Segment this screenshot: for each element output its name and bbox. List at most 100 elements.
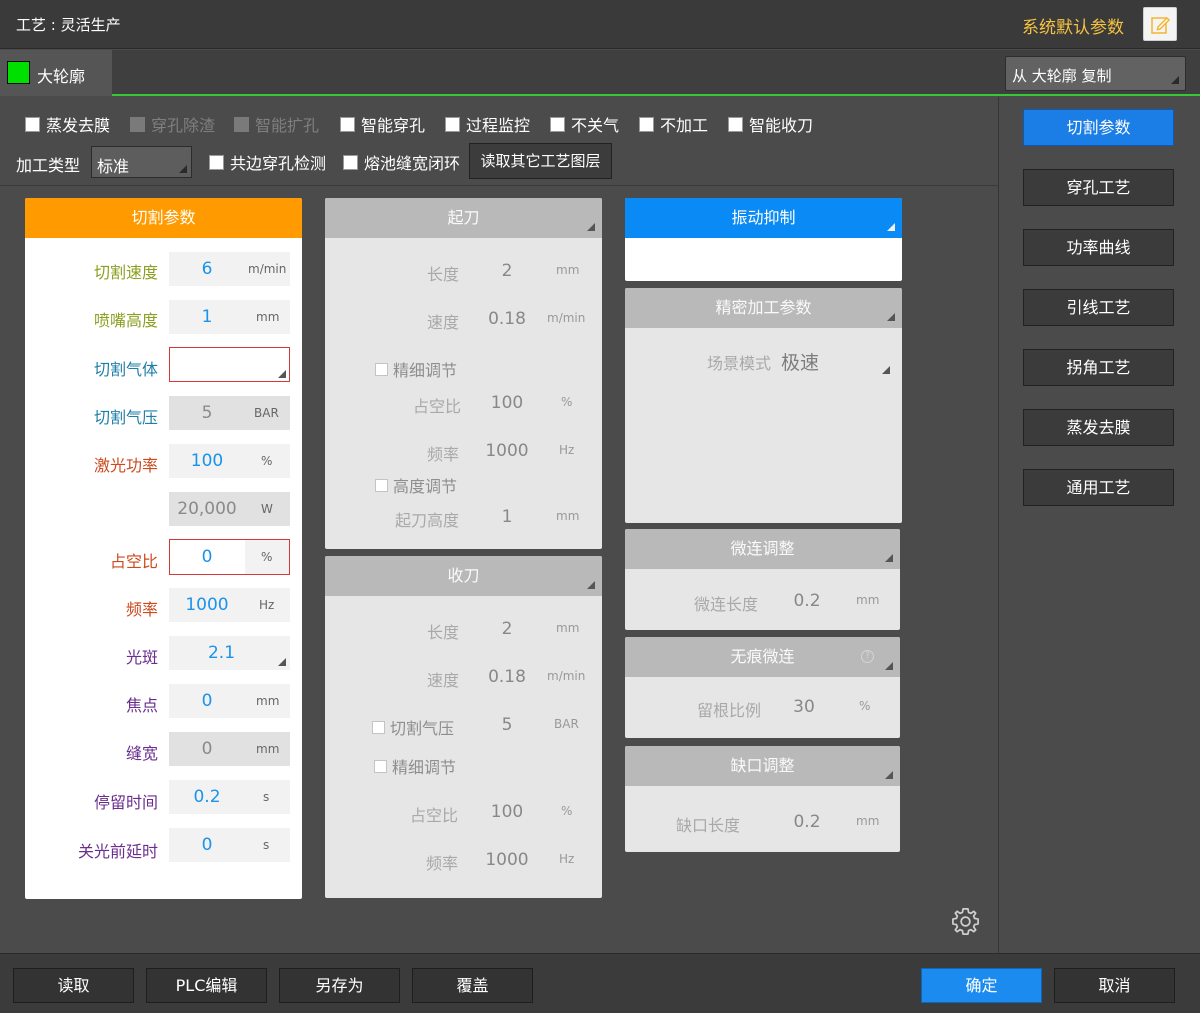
read-other-layer-button[interactable]: 读取其它工艺图层 bbox=[469, 143, 612, 179]
nav-general-process[interactable]: 通用工艺 bbox=[1023, 469, 1174, 506]
dwell-input[interactable]: 0.2 bbox=[169, 780, 245, 814]
pool-width-loop-checkbox[interactable]: 熔池缝宽闭环 bbox=[343, 152, 460, 173]
smart-expand-checkbox: 智能扩孔 bbox=[234, 114, 319, 135]
nav-evaporate[interactable]: 蒸发去膜 bbox=[1023, 409, 1174, 446]
spot-label: 光斑 bbox=[125, 648, 158, 667]
pre-off-delay-input[interactable]: 0 bbox=[169, 828, 245, 862]
system-default-params-label[interactable]: 系统默认参数 bbox=[1022, 13, 1124, 38]
ok-button[interactable]: 确定 bbox=[921, 968, 1042, 1003]
micro-joint-unit: mm bbox=[856, 593, 880, 607]
seamless-panel: 无痕微连 ? 留根比例 30 % bbox=[625, 637, 900, 738]
end-speed-label: 速度 bbox=[426, 671, 459, 690]
plc-edit-button[interactable]: PLC编辑 bbox=[146, 968, 267, 1003]
start-frequency-value: 1000 bbox=[485, 441, 529, 461]
dropdown-arrow-icon bbox=[1171, 76, 1179, 84]
spot-select[interactable]: 2.1 bbox=[169, 636, 290, 670]
gas-pressure-label: 切割气压 bbox=[93, 408, 158, 427]
gas-label: 切割气体 bbox=[93, 360, 158, 379]
save-as-button[interactable]: 另存为 bbox=[279, 968, 400, 1003]
frequency-unit: Hz bbox=[259, 598, 275, 612]
smart-retract-checkbox[interactable]: 智能收刀 bbox=[728, 114, 813, 135]
start-duty-label: 占空比 bbox=[412, 397, 461, 416]
start-frequency-label: 频率 bbox=[426, 445, 459, 464]
smart-pierce-checkbox[interactable]: 智能穿孔 bbox=[340, 114, 425, 135]
start-speed-label: 速度 bbox=[426, 313, 459, 332]
bottom-bar: 读取 PLC编辑 另存为 覆盖 确定 取消 bbox=[0, 953, 1200, 1013]
divider bbox=[998, 97, 999, 953]
frequency-input[interactable]: 1000 bbox=[169, 588, 245, 622]
end-cut-pressure-checkbox[interactable]: 切割气压 bbox=[372, 715, 454, 739]
end-blade-header[interactable]: 收刀 bbox=[325, 556, 602, 596]
height-adjust-checkbox[interactable]: 高度调节 bbox=[375, 473, 457, 497]
duty-input[interactable]: 0 bbox=[169, 540, 245, 574]
laser-power-unit: % bbox=[261, 454, 273, 468]
focus-input[interactable]: 0 bbox=[169, 684, 245, 718]
dwell-unit: s bbox=[263, 790, 270, 804]
edit-button[interactable] bbox=[1143, 7, 1177, 41]
laser-power-input[interactable]: 100 bbox=[169, 444, 245, 478]
end-fine-adjust-checkbox[interactable]: 精细调节 bbox=[374, 754, 456, 778]
nav-pierce-process[interactable]: 穿孔工艺 bbox=[1023, 169, 1174, 206]
help-icon[interactable]: ? bbox=[861, 650, 874, 663]
nozzle-height-unit: mm bbox=[256, 310, 280, 324]
gas-select[interactable] bbox=[169, 347, 290, 382]
power-watts-value: 20,000 bbox=[177, 499, 237, 519]
seamless-title: 无痕微连 bbox=[730, 647, 795, 666]
end-frequency-unit: Hz bbox=[559, 852, 575, 866]
nozzle-height-input[interactable]: 1 bbox=[169, 300, 245, 334]
speed-input[interactable]: 6 bbox=[169, 252, 245, 286]
start-fine-adjust-checkbox[interactable]: 精细调节 bbox=[375, 357, 457, 381]
start-blade-panel: 起刀 长度 2 mm 速度 0.18 m/min 精细调节 占空比 100 % … bbox=[325, 198, 602, 549]
root-ratio-value: 30 bbox=[793, 697, 815, 717]
collapse-arrow-icon bbox=[885, 662, 893, 670]
kerf-label: 缝宽 bbox=[125, 744, 158, 763]
collapse-arrow-icon bbox=[587, 581, 595, 589]
kerf-value: 0 bbox=[201, 739, 213, 759]
scene-mode-label: 场景模式 bbox=[707, 354, 772, 373]
process-type-select[interactable]: 标准 bbox=[91, 146, 192, 178]
layer-tab[interactable]: 大轮廓 bbox=[0, 50, 112, 96]
vibration-panel: 振动抑制 bbox=[625, 198, 902, 281]
process-monitor-checkbox[interactable]: 过程监控 bbox=[445, 114, 530, 135]
cancel-button[interactable]: 取消 bbox=[1054, 968, 1175, 1003]
start-speed-unit: m/min bbox=[547, 311, 586, 325]
no-process-checkbox[interactable]: 不加工 bbox=[639, 114, 708, 135]
overwrite-button[interactable]: 覆盖 bbox=[412, 968, 533, 1003]
start-frequency-unit: Hz bbox=[559, 443, 575, 457]
vibration-header[interactable]: 振动抑制 bbox=[625, 198, 902, 238]
copy-from-select[interactable]: 从 大轮廓 复制 bbox=[1005, 56, 1186, 91]
pierce-slag-checkbox: 穿孔除渣 bbox=[130, 114, 215, 135]
nav-corner-process[interactable]: 拐角工艺 bbox=[1023, 349, 1174, 386]
start-blade-header[interactable]: 起刀 bbox=[325, 198, 602, 238]
common-edge-checkbox[interactable]: 共边穿孔检测 bbox=[209, 152, 326, 173]
precision-header[interactable]: 精密加工参数 bbox=[625, 288, 902, 328]
settings-gear-icon[interactable] bbox=[950, 906, 981, 937]
no-gas-off-checkbox[interactable]: 不关气 bbox=[550, 114, 619, 135]
gap-length-unit: mm bbox=[856, 814, 880, 828]
end-blade-title: 收刀 bbox=[447, 566, 480, 585]
nav-power-curve[interactable]: 功率曲线 bbox=[1023, 229, 1174, 266]
root-ratio-label: 留根比例 bbox=[696, 701, 761, 720]
end-cut-pressure-value: 5 bbox=[501, 715, 513, 735]
kerf-unit: mm bbox=[256, 742, 280, 756]
gap-title: 缺口调整 bbox=[730, 756, 795, 775]
nav-cut-params[interactable]: 切割参数 bbox=[1023, 109, 1174, 146]
end-duty-value: 100 bbox=[490, 802, 524, 822]
evaporate-checkbox[interactable]: 蒸发去膜 bbox=[25, 114, 110, 135]
scene-mode-select[interactable]: 极速 bbox=[775, 343, 893, 377]
start-length-unit: mm bbox=[556, 263, 580, 277]
end-length-label: 长度 bbox=[426, 623, 459, 642]
start-length-label: 长度 bbox=[426, 265, 459, 284]
gas-pressure-value: 5 bbox=[201, 403, 213, 423]
start-blade-title: 起刀 bbox=[447, 208, 480, 227]
start-height-value: 1 bbox=[501, 507, 513, 527]
nav-lead-process[interactable]: 引线工艺 bbox=[1023, 289, 1174, 326]
end-frequency-label: 频率 bbox=[425, 854, 458, 873]
seamless-header[interactable]: 无痕微连 ? bbox=[625, 637, 900, 677]
micro-joint-header[interactable]: 微连调整 bbox=[625, 529, 900, 569]
focus-unit: mm bbox=[256, 694, 280, 708]
gap-header[interactable]: 缺口调整 bbox=[625, 746, 900, 786]
end-length-value: 2 bbox=[501, 619, 513, 639]
end-frequency-value: 1000 bbox=[485, 850, 529, 870]
read-button[interactable]: 读取 bbox=[13, 968, 134, 1003]
